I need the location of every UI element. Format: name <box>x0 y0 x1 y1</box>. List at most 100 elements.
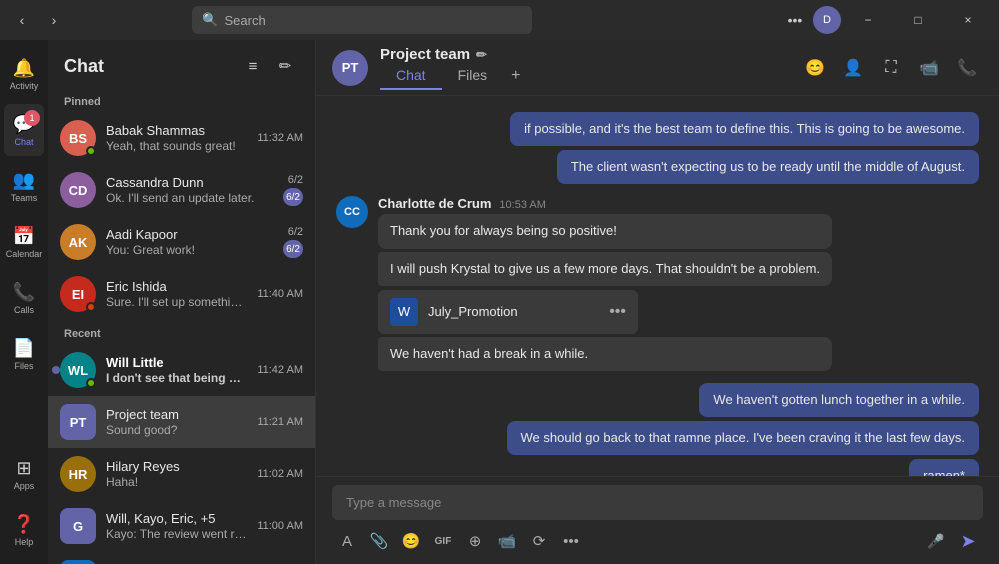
teams-icon: 👥 <box>13 170 35 191</box>
chat-info: Eric Ishida Sure. I'll set up something … <box>106 279 247 309</box>
chat-tabs: Chat Files + <box>380 63 787 89</box>
sidebar-item-chat[interactable]: 1 💬 Chat <box>4 104 44 156</box>
message-input[interactable]: Type a message <box>332 485 983 520</box>
message-bubble: I will push Krystal to give us a few mor… <box>378 252 832 286</box>
video-call-button[interactable]: 📹 <box>913 52 945 84</box>
search-icon: 🔍 <box>202 12 218 28</box>
unread-badge: 6/2 <box>283 240 303 258</box>
chat-meta: 6/2 6/2 <box>283 174 303 206</box>
chat-preview: Yeah, that sounds great! <box>106 139 247 153</box>
chat-header-actions: 😊 👤 ⛶ 📹 📞 <box>799 52 983 84</box>
send-button[interactable]: ➤ <box>953 526 983 556</box>
list-item[interactable]: EI Eric Ishida Sure. I'll set up somethi… <box>48 268 315 320</box>
meet-button[interactable]: 📹 <box>492 526 522 556</box>
help-icon: ❓ <box>13 514 35 535</box>
apps-icon: ⊞ <box>16 458 31 479</box>
teams-label: Teams <box>11 193 38 203</box>
edit-icon[interactable]: ✏ <box>476 47 487 63</box>
chat-name: Cassandra Dunn <box>106 175 273 190</box>
compose-toolbar: A 📎 😊 GIF ⊕ 📹 ⟳ ••• 🎤 ➤ <box>332 526 983 556</box>
calls-label: Calls <box>14 305 34 315</box>
calendar-label: Calendar <box>6 249 43 259</box>
msg-group: if possible, and it's the best team to d… <box>336 112 979 184</box>
chat-list: Chat ≡ ✏ Pinned BS Babak Shammas Yeah, t… <box>48 40 316 564</box>
chat-meta: 11:42 AM <box>257 364 303 376</box>
list-item[interactable]: WL Will Little I don't see that being an… <box>48 344 315 396</box>
maximize-button[interactable]: □ <box>895 0 941 40</box>
list-item[interactable]: AK Aadi Kapoor You: Great work! 6/2 6/2 <box>48 216 315 268</box>
chat-list-actions: ≡ ✏ <box>239 52 299 80</box>
message-bubble: We should go back to that ramne place. I… <box>507 421 980 455</box>
list-item[interactable]: BS Babak Shammas Yeah, that sounds great… <box>48 112 315 164</box>
audio-message-button[interactable]: 🎤 <box>921 526 951 556</box>
list-item[interactable]: CB Charlotte and Babak Charlotte: The cl… <box>48 552 315 564</box>
tab-chat[interactable]: Chat <box>380 63 442 90</box>
people-button[interactable]: 👤 <box>837 52 869 84</box>
main-layout: 🔔 Activity 1 💬 Chat 👥 Teams 📅 Calendar 📞… <box>0 40 999 564</box>
list-item[interactable]: CD Cassandra Dunn Ok. I'll send an updat… <box>48 164 315 216</box>
avatar-wrap: BS <box>60 120 96 156</box>
chat-time: 11:21 AM <box>257 416 303 428</box>
chat-time: 6/2 <box>288 174 303 186</box>
chat-preview: Sound good? <box>106 423 247 437</box>
avatar-wrap: WL <box>60 352 96 388</box>
chat-time: 11:40 AM <box>257 288 303 300</box>
chat-main: PT Project team ✏ Chat Files + 😊 👤 ⛶ 📹 📞 <box>316 40 999 564</box>
loop-button[interactable]: ⟳ <box>524 526 554 556</box>
sticker-button[interactable]: ⊕ <box>460 526 490 556</box>
sidebar-item-calls[interactable]: 📞 Calls <box>4 272 44 324</box>
list-item[interactable]: PT Project team Sound good? 11:21 AM <box>48 396 315 448</box>
compose-button[interactable]: ✏ <box>271 52 299 80</box>
more-button[interactable]: ••• <box>781 6 809 34</box>
sidebar-item-activity[interactable]: 🔔 Activity <box>4 48 44 100</box>
calls-icon: 📞 <box>13 282 35 303</box>
chat-name: Project team <box>106 407 247 422</box>
apps-label: Apps <box>14 481 35 491</box>
tab-add-button[interactable]: + <box>503 63 528 89</box>
attachment-more-button[interactable]: ••• <box>609 303 626 321</box>
sidebar-item-teams[interactable]: 👥 Teams <box>4 160 44 212</box>
sidebar-item-calendar[interactable]: 📅 Calendar <box>4 216 44 268</box>
minimize-button[interactable]: − <box>845 0 891 40</box>
chat-time: 11:02 AM <box>257 468 303 480</box>
call-button[interactable]: 📞 <box>951 52 983 84</box>
format-button[interactable]: A <box>332 526 362 556</box>
message-bubble: We haven't gotten lunch together in a wh… <box>699 383 979 417</box>
chat-time: 11:00 AM <box>257 520 303 532</box>
list-item[interactable]: HR Hilary Reyes Haha! 11:02 AM <box>48 448 315 500</box>
filter-button[interactable]: ≡ <box>239 52 267 80</box>
back-button[interactable]: ‹ <box>8 6 36 34</box>
giphy-button[interactable]: GIF <box>428 526 458 556</box>
sidebar-item-help[interactable]: ❓ Help <box>4 504 44 556</box>
emoji-reaction-button[interactable]: 😊 <box>799 52 831 84</box>
avatar-wrap: AK <box>60 224 96 260</box>
attach-button[interactable]: 📎 <box>364 526 394 556</box>
title-bar: ‹ › 🔍 Search ••• D − □ × <box>0 0 999 40</box>
attachment-name: July_Promotion <box>428 304 518 319</box>
sender-name: Charlotte de Crum <box>378 196 491 211</box>
search-bar[interactable]: 🔍 Search <box>192 6 532 34</box>
emoji-button[interactable]: 😊 <box>396 526 426 556</box>
avatar: HR <box>60 456 96 492</box>
online-indicator <box>86 302 96 312</box>
sidebar-item-apps[interactable]: ⊞ Apps <box>4 448 44 500</box>
unread-badge: 6/2 <box>283 188 303 206</box>
file-attachment[interactable]: W July_Promotion ••• <box>378 290 638 334</box>
more-compose-button[interactable]: ••• <box>556 526 586 556</box>
list-item[interactable]: G Will, Kayo, Eric, +5 Kayo: The review … <box>48 500 315 552</box>
close-button[interactable]: × <box>945 0 991 40</box>
chat-name: Will Little <box>106 355 247 370</box>
nav-bottom: ⊞ Apps ❓ Help <box>4 448 44 556</box>
profile-avatar[interactable]: D <box>813 6 841 34</box>
chat-meta: 11:21 AM <box>257 416 303 428</box>
forward-button[interactable]: › <box>40 6 68 34</box>
chat-preview: Haha! <box>106 475 247 489</box>
msg-group: We haven't gotten lunch together in a wh… <box>336 383 979 476</box>
share-screen-button[interactable]: ⛶ <box>875 52 907 84</box>
tab-files[interactable]: Files <box>442 63 504 90</box>
unread-dot <box>52 366 60 374</box>
chat-meta: 11:40 AM <box>257 288 303 300</box>
message-bubble: Thank you for always being so positive! <box>378 214 832 248</box>
chat-preview: You: Great work! <box>106 243 273 257</box>
sidebar-item-files[interactable]: 📄 Files <box>4 328 44 380</box>
